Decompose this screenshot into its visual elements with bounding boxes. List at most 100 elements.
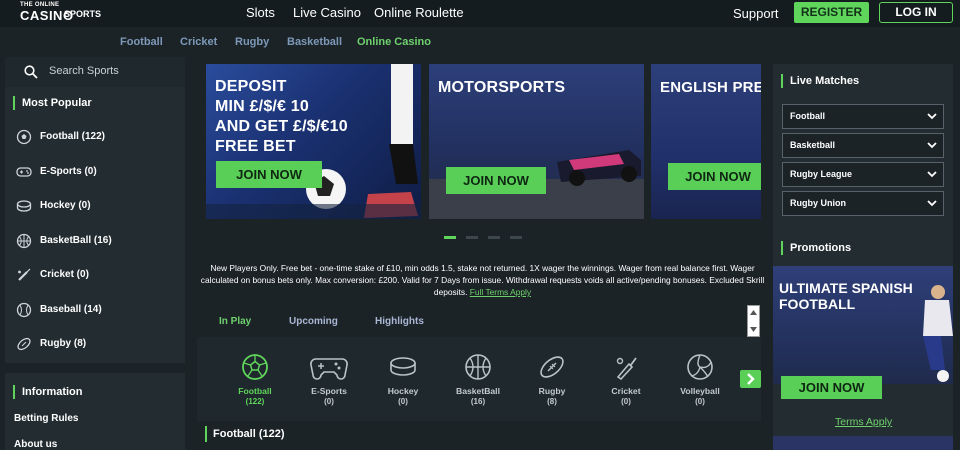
live-matches-heading: Live Matches [781,74,859,88]
search-icon [24,65,38,79]
carousel-dot[interactable] [510,236,522,239]
sport-tile-name: Hockey [387,386,419,396]
search-input[interactable]: Search Sports [49,65,119,77]
live-select-basketball[interactable]: Basketball [782,133,944,158]
full-terms-link[interactable]: Full Terms Apply [470,287,531,297]
site-logo[interactable]: THE ONLINE CASINO SPORTS [6,2,126,24]
sport-tile-count: (0) [695,397,705,406]
sidebar-item-label: Football (122) [40,131,106,142]
cricket-bat-icon [616,357,637,381]
sport-tile-volleyball[interactable]: Volleyball (0) [665,353,735,406]
tab-upcoming[interactable]: Upcoming [289,316,338,327]
chevron-down-icon [927,200,937,207]
live-select-rugby-league[interactable]: Rugby League [782,162,944,187]
top-header: THE ONLINE CASINO SPORTS Slots Live Casi… [0,0,960,27]
sport-tile-rugby[interactable]: Rugby (8) [517,353,587,406]
left-sidebar: Search Sports Most Popular Football (122… [5,57,185,450]
sport-tile-hockey[interactable]: Hockey (0) [368,353,438,406]
banner-english-premier[interactable]: ENGLISH PREMI JOIN NOW [651,64,761,219]
chevron-down-icon [927,113,937,120]
sport-tile-esports[interactable]: E-Sports (0) [294,353,364,406]
live-select-football[interactable]: Football [782,104,944,129]
tab-in-play[interactable]: In Play [219,316,251,327]
tabs-scrollbar[interactable] [747,305,760,337]
sport-tile-name: Cricket [611,386,641,396]
sport-tile-name: E-Sports [311,386,347,396]
subnav-basketball[interactable]: Basketball [287,36,342,48]
sport-tile-name: Rugby [538,386,566,396]
select-label: Rugby League [790,169,853,179]
section-heading-football: Football (122) [205,426,285,442]
carousel-dot[interactable] [488,236,500,239]
subnav-online-casino[interactable]: Online Casino [357,36,431,48]
logo-line-3: SPORTS [64,9,102,19]
banner-deposit[interactable]: DEPOSIT MIN £/$/€ 10 AND GET £/$/€10 FRE… [206,64,421,219]
hockey-puck-icon [16,200,32,212]
volleyball-icon [687,354,713,380]
sidebar-item-label: Hockey (0) [40,200,91,211]
rugby-ball-icon [540,356,564,378]
sport-tile-name: BasketBall [456,386,500,396]
banner-motorsports[interactable]: MOTORSPORTS JOIN NOW [429,64,644,219]
gamepad-icon [16,167,32,177]
search-box[interactable]: Search Sports [5,57,185,87]
next-promo-banner[interactable] [773,436,953,450]
promo-join-button[interactable]: JOIN NOW [781,376,882,399]
sport-tile-count: (122) [245,397,265,406]
banner-title-line: MOTORSPORTS [438,79,566,96]
banner-join-button[interactable]: JOIN NOW [668,163,761,190]
support-link[interactable]: Support [733,6,779,21]
sport-tile-count: (0) [324,397,334,406]
subnav-football[interactable]: Football [120,36,163,48]
sport-tile-count: (0) [621,397,631,406]
sport-tile-count: (8) [547,397,557,406]
sport-tile-football[interactable]: Football (122) [220,353,290,406]
nav-slots[interactable]: Slots [246,5,275,20]
chevron-down-icon [927,171,937,178]
chevron-down-icon [927,142,937,149]
banner-title-line: AND GET £/$/€10 [215,118,348,135]
sports-page: THE ONLINE CASINO SPORTS Slots Live Casi… [0,0,960,450]
nav-live-casino[interactable]: Live Casino [293,5,361,20]
banner-join-button[interactable]: JOIN NOW [446,167,546,194]
football-icon [242,354,268,380]
sport-tile-basketball[interactable]: BasketBall (16) [443,353,513,406]
sport-tile-count: (16) [470,397,486,406]
carousel-dot[interactable] [466,236,478,239]
subnav-rugby[interactable]: Rugby [235,36,269,48]
banner-join-button[interactable]: JOIN NOW [216,161,322,188]
live-select-rugby-union[interactable]: Rugby Union [782,191,944,216]
promo-banner[interactable]: ULTIMATE SPANISH FOOTBALL [773,266,953,384]
register-button[interactable]: REGISTER [794,2,869,23]
banner-title-line: MIN £/$/€ 10 [215,98,310,115]
sidebar-item-label: Cricket (0) [40,269,89,280]
chevron-right-icon [747,373,755,385]
banner-title-line: DEPOSIT [215,78,287,95]
promo-title-line: FOOTBALL [779,296,856,312]
login-button[interactable]: LOG IN [879,2,953,23]
sport-tile-name: Football [238,386,272,396]
subnav-cricket[interactable]: Cricket [180,36,217,48]
bonus-disclaimer: New Players Only. Free bet - one-time st… [200,262,765,298]
basketball-icon [16,233,32,249]
tab-highlights[interactable]: Highlights [375,316,424,327]
promo-title-line: ULTIMATE SPANISH [779,280,913,296]
football-icon [16,129,32,145]
sports-next-button[interactable] [740,370,761,388]
betting-rules-link[interactable]: Betting Rules [14,413,78,424]
nav-online-roulette[interactable]: Online Roulette [374,5,464,20]
sport-tile-count: (0) [398,397,408,406]
about-us-link[interactable]: About us [14,439,57,450]
hockey-puck-icon [390,357,416,376]
select-label: Basketball [790,140,836,150]
promotions-heading: Promotions [781,241,851,255]
sport-tile-name: Volleyball [680,386,720,396]
sport-tile-cricket[interactable]: Cricket (0) [591,353,661,406]
select-label: Football [790,111,825,121]
promo-title: ULTIMATE SPANISH FOOTBALL [779,280,913,312]
banner-title: MOTORSPORTS [438,78,565,98]
sidebar-item-label: BasketBall (16) [40,235,112,246]
carousel-dot[interactable] [444,236,456,239]
terms-apply-link[interactable]: Terms Apply [835,416,892,428]
cricket-bat-icon [18,268,31,281]
